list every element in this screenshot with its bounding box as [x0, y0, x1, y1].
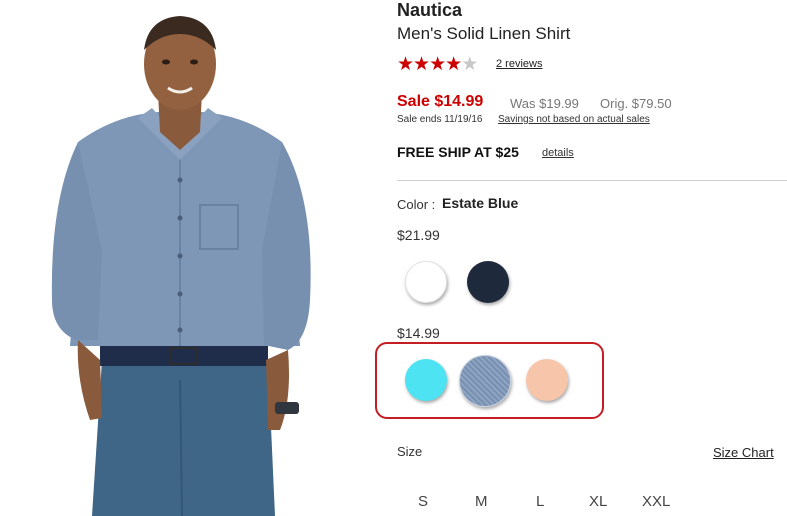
size-option-l[interactable]: L: [536, 493, 544, 510]
selected-color-name: Estate Blue: [442, 195, 519, 211]
free-shipping-text: FREE SHIP AT $25: [397, 144, 519, 160]
size-option-s[interactable]: S: [418, 493, 428, 510]
sale-price: Sale $14.99: [397, 93, 484, 110]
star-icon: ★: [461, 54, 478, 75]
color-label: Color :: [397, 197, 436, 212]
star-icon: ★: [397, 54, 414, 75]
swatch-group-price: $21.99: [397, 227, 440, 243]
color-swatch-navy[interactable]: [467, 261, 509, 303]
color-swatch-peach[interactable]: [526, 359, 568, 401]
product-title: Men's Solid Linen Shirt: [397, 24, 571, 43]
size-option-xxl[interactable]: XXL: [642, 493, 670, 510]
color-swatch-estate-blue[interactable]: [459, 355, 511, 407]
size-option-m[interactable]: M: [475, 493, 488, 510]
size-label: Size: [397, 444, 423, 459]
was-price: Was $19.99: [510, 96, 579, 111]
swatch-group-price: $14.99: [397, 325, 440, 341]
shipping-details-link[interactable]: details: [542, 147, 574, 159]
size-chart-link[interactable]: Size Chart: [713, 445, 774, 460]
rating-stars: ★★★★★: [397, 54, 478, 75]
reviews-link[interactable]: 2 reviews: [496, 58, 542, 70]
star-icon: ★: [429, 54, 446, 75]
star-icon: ★: [445, 54, 462, 75]
size-option-xl[interactable]: XL: [589, 493, 607, 510]
product-brand: Nautica: [397, 0, 463, 20]
original-price: Orig. $79.50: [600, 96, 672, 111]
color-swatch-white[interactable]: [405, 261, 447, 303]
savings-disclaimer-link[interactable]: Savings not based on actual sales: [498, 114, 650, 125]
product-image: [51, 16, 311, 516]
sale-ends-text: Sale ends 11/19/16: [397, 114, 483, 125]
color-swatch-aqua[interactable]: [405, 359, 447, 401]
star-icon: ★: [413, 54, 430, 75]
divider: [397, 180, 787, 181]
